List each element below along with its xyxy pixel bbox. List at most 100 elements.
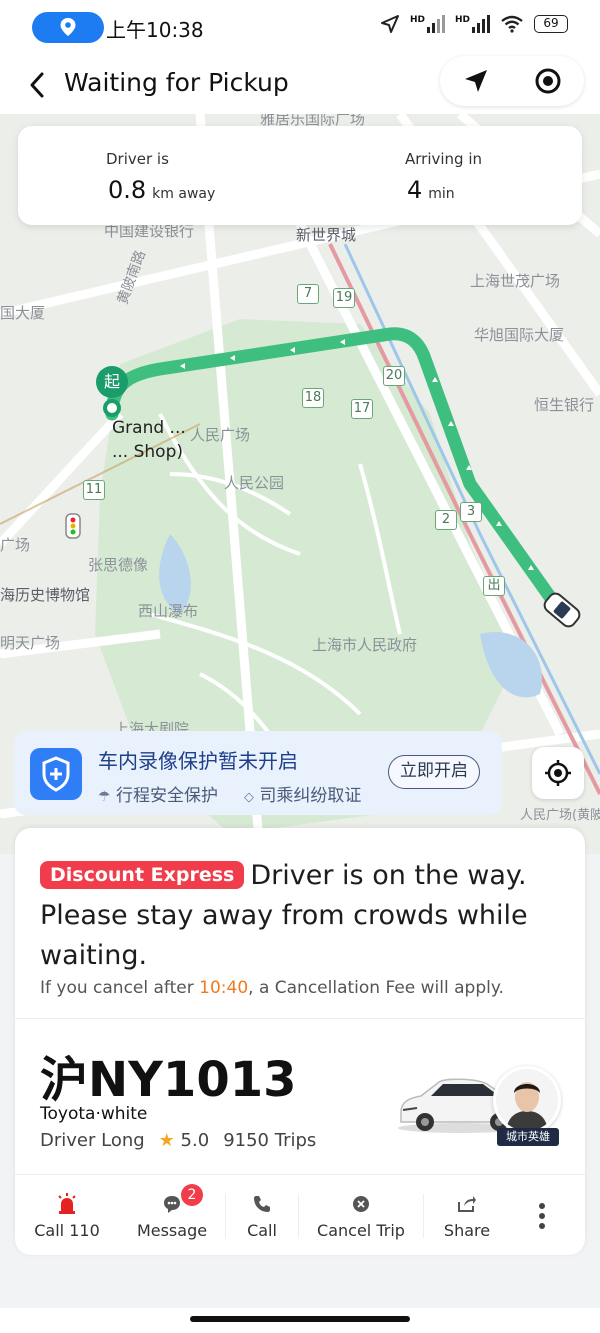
- action-bar: Call 110 Message 2 Call Cancel Trip Shar…: [15, 1176, 585, 1255]
- enable-recording-button[interactable]: 立即开启: [388, 755, 480, 789]
- safety-feature-label: 司乘纠纷取证: [259, 786, 362, 806]
- trip-count: 9150 Trips: [223, 1130, 317, 1151]
- home-indicator[interactable]: [190, 1316, 410, 1322]
- distance-value: 0.8: [108, 176, 147, 204]
- chevron-left-icon[interactable]: [28, 70, 48, 100]
- driver-distance-label: Driver is: [106, 150, 169, 168]
- rating-value: 5.0: [180, 1130, 210, 1151]
- page-title: Waiting for Pickup: [64, 68, 289, 97]
- crosshair-icon: [545, 760, 571, 786]
- divider: [15, 1018, 585, 1019]
- battery-icon: 69: [534, 15, 568, 33]
- driver-photo: [496, 1069, 558, 1131]
- distance-unit: km away: [152, 186, 216, 202]
- siren-icon: [56, 1191, 78, 1217]
- divider: [15, 1174, 585, 1175]
- bus-route-badge: 2: [435, 510, 457, 530]
- map-label: 明天广场: [0, 634, 61, 652]
- driver-info: Driver Long ★ 5.0 9150 Trips: [40, 1130, 316, 1151]
- traffic-light-icon: [65, 513, 81, 539]
- share-icon: [457, 1191, 477, 1217]
- avatar-tag: 城市英雄: [497, 1128, 559, 1146]
- phone-icon: [253, 1191, 271, 1217]
- share-button[interactable]: Share: [424, 1186, 510, 1246]
- location-arrow-icon: [380, 15, 399, 33]
- diamond-icon: ◇: [244, 790, 254, 805]
- navigation-arrow-icon: [465, 70, 487, 92]
- cancellation-note: If you cancel after 10:40, a Cancellatio…: [40, 978, 504, 998]
- more-button[interactable]: [510, 1186, 574, 1246]
- close-circle-icon: [352, 1191, 370, 1217]
- cancel-note-text: , a Cancellation Fee will apply.: [248, 978, 504, 998]
- top-bar: Waiting for Pickup: [0, 56, 600, 114]
- locate-me-button[interactable]: [532, 747, 584, 799]
- chat-bubble-icon: [162, 1191, 182, 1217]
- driver-distance: 0.8 km away: [108, 176, 215, 204]
- bus-route-badge: 19: [333, 288, 355, 308]
- pickup-label: Grand ... ... Shop): [112, 416, 186, 464]
- call-driver-button[interactable]: Call: [226, 1186, 298, 1246]
- shield-icon: [30, 748, 82, 800]
- header-buttons: [440, 56, 584, 106]
- action-label: Message: [136, 1221, 208, 1240]
- location-indicator[interactable]: [32, 12, 104, 43]
- map-label: 人民公园: [224, 474, 285, 492]
- star-icon: ★: [158, 1130, 175, 1151]
- car-model: Toyota·white: [40, 1104, 148, 1124]
- message-button[interactable]: Message 2: [119, 1183, 225, 1246]
- map-label: 恒生银行: [534, 396, 595, 414]
- wifi-icon: [501, 15, 523, 33]
- eta-card: Driver is 0.8 km away Arriving in 4 min: [18, 126, 582, 225]
- map-label: 西山瀑布: [138, 602, 199, 620]
- metro-exit-badge: 出: [483, 576, 505, 596]
- map-label: 张思德像: [88, 556, 149, 574]
- safety-title: 车内录像保护暂未开启: [98, 749, 298, 773]
- target-icon: [535, 68, 561, 94]
- more-vertical-icon: [539, 1202, 545, 1229]
- safety-feature: ☂ 行程安全保护: [98, 781, 218, 806]
- navigation-button[interactable]: [440, 56, 512, 106]
- bus-route-badge: 18: [302, 388, 324, 408]
- cancel-deadline: 10:40: [199, 978, 249, 998]
- pickup-marker[interactable]: 起: [96, 366, 128, 398]
- service-badge: Discount Express: [40, 861, 245, 889]
- map-label: 广场: [0, 536, 31, 554]
- signal-icon: HD: [455, 15, 490, 33]
- system-icons: HD HD 69: [380, 14, 568, 34]
- map-label: 新世界城: [296, 226, 357, 244]
- map-label: 海历史博物馆: [0, 586, 91, 604]
- driver-avatar[interactable]: [493, 1066, 561, 1134]
- action-label: Call: [247, 1221, 277, 1240]
- bus-route-badge: 20: [383, 366, 405, 386]
- time-value: 4: [407, 176, 423, 204]
- time-unit: min: [428, 186, 455, 202]
- map-label: 上海世茂广场: [470, 272, 561, 290]
- pickup-label-line: Grand ...: [112, 418, 186, 438]
- cancel-note-text: If you cancel after: [40, 978, 200, 998]
- map-label: 国大厦: [0, 304, 46, 322]
- action-label: Cancel Trip: [317, 1221, 405, 1240]
- map-label: 人民广场: [190, 426, 251, 444]
- safety-feature: ◇ 司乘纠纷取证: [244, 781, 361, 806]
- bus-route-badge: 17: [351, 399, 373, 419]
- map-label: 华旭国际大厦: [474, 326, 565, 344]
- license-plate: 沪NY1013: [40, 1052, 297, 1108]
- target-button[interactable]: [512, 56, 584, 106]
- driver-name: Driver Long: [40, 1130, 145, 1151]
- umbrella-icon: ☂: [98, 789, 111, 805]
- safety-feature-label: 行程安全保护: [115, 786, 218, 806]
- signal-icon: HD: [410, 15, 445, 33]
- status-bar: 上午10:38 HD HD 69: [0, 0, 600, 56]
- call-110-button[interactable]: Call 110: [15, 1186, 119, 1246]
- clock: 上午10:38: [106, 18, 204, 42]
- arrival-time: 4 min: [407, 176, 455, 204]
- map-label: 上海市人民政府: [312, 636, 418, 654]
- bus-route-badge: 3: [460, 502, 482, 522]
- unread-badge: 2: [181, 1183, 203, 1206]
- trip-status-message: Discount Express Driver is on the way. Pl…: [40, 856, 560, 976]
- location-pin-icon: [60, 18, 76, 36]
- safety-banner[interactable]: 车内录像保护暂未开启 ☂ 行程安全保护 ◇ 司乘纠纷取证 立即开启: [14, 731, 502, 815]
- cancel-trip-button[interactable]: Cancel Trip: [299, 1186, 423, 1246]
- pickup-label-line: ... Shop): [112, 442, 184, 462]
- driver-rating: ★ 5.0: [159, 1130, 210, 1151]
